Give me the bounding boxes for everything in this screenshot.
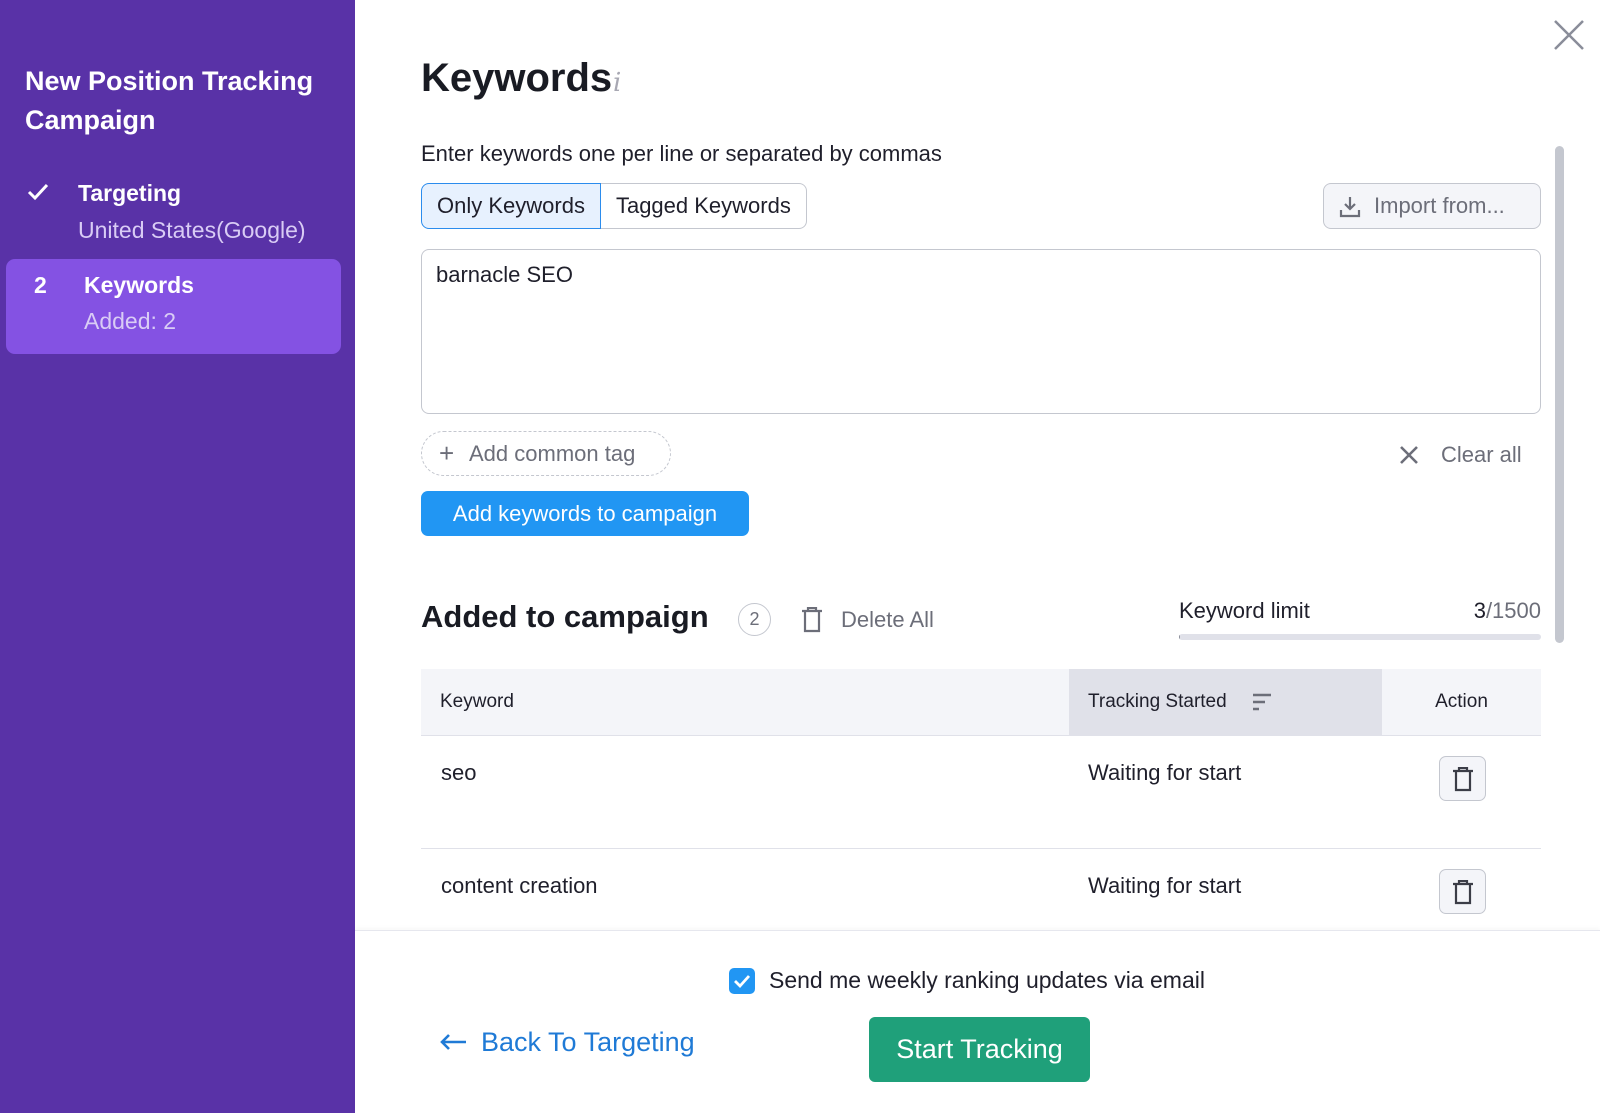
status-cell: Waiting for start bbox=[1088, 873, 1242, 898]
keyword-cell: content creation bbox=[441, 873, 598, 898]
tab-tagged-keywords[interactable]: Tagged Keywords bbox=[600, 183, 807, 229]
trash-icon bbox=[802, 607, 822, 633]
back-to-targeting-button[interactable]: Back To Targeting bbox=[439, 1022, 695, 1062]
column-tracking-started-label: Tracking Started bbox=[1088, 691, 1227, 712]
sidebar: New Position Tracking Campaign Targeting… bbox=[0, 0, 355, 1113]
keyword-limit-value: 3/1500 bbox=[1451, 598, 1541, 624]
keywords-input[interactable] bbox=[421, 249, 1541, 414]
table-row: seo Waiting for start bbox=[421, 736, 1541, 849]
footer: Send me weekly ranking updates via email… bbox=[355, 930, 1600, 1113]
sidebar-step-label: Targeting bbox=[78, 180, 182, 206]
scrollbar[interactable] bbox=[1555, 146, 1564, 643]
keyword-limit-label: Keyword limit bbox=[1179, 598, 1310, 623]
keywords-table: Keyword Tracking Started Action seo Wait… bbox=[421, 669, 1541, 962]
sidebar-step-label: Keywords bbox=[84, 272, 194, 298]
sort-icon bbox=[1253, 693, 1271, 711]
tab-only-keywords[interactable]: Only Keywords bbox=[421, 183, 601, 229]
arrow-left-icon bbox=[440, 1034, 466, 1050]
back-label: Back To Targeting bbox=[481, 1027, 695, 1057]
delete-all-button[interactable]: Delete All bbox=[801, 605, 934, 635]
clear-all-label: Clear all bbox=[1441, 442, 1522, 467]
table-header: Keyword Tracking Started Action bbox=[421, 669, 1541, 736]
close-icon bbox=[1400, 446, 1418, 464]
delete-keyword-button[interactable] bbox=[1439, 756, 1486, 801]
trash-icon bbox=[1453, 880, 1473, 905]
status-cell: Waiting for start bbox=[1088, 760, 1242, 785]
keyword-count-badge: 2 bbox=[738, 603, 771, 636]
column-tracking-started[interactable]: Tracking Started bbox=[1069, 669, 1382, 735]
sidebar-step-sub: United States(Google) bbox=[78, 217, 306, 243]
campaign-title: New Position Tracking Campaign bbox=[25, 66, 314, 135]
start-tracking-button[interactable]: Start Tracking bbox=[869, 1017, 1090, 1082]
add-keywords-button[interactable]: Add keywords to campaign bbox=[421, 491, 749, 536]
delete-keyword-button[interactable] bbox=[1439, 869, 1486, 914]
trash-icon bbox=[1453, 767, 1473, 792]
email-updates-checkbox[interactable] bbox=[729, 968, 755, 994]
column-keyword: Keyword bbox=[440, 691, 514, 712]
keyword-limit-bar bbox=[1179, 634, 1541, 640]
keyword-mode-toggle: Only Keywords Tagged Keywords bbox=[421, 183, 807, 229]
plus-icon: + bbox=[439, 438, 455, 468]
keyword-limit-fill bbox=[1179, 634, 1180, 640]
main-panel: Keywords i Enter keywords one per line o… bbox=[355, 0, 1600, 962]
step-number: 2 bbox=[34, 272, 47, 298]
import-label: Import from... bbox=[1374, 193, 1505, 218]
check-icon bbox=[734, 975, 751, 989]
add-common-tag-button[interactable]: + Add common tag bbox=[421, 431, 671, 476]
delete-all-label: Delete All bbox=[841, 607, 934, 632]
add-tag-label: Add common tag bbox=[469, 441, 636, 466]
download-icon bbox=[1339, 197, 1361, 218]
clear-all-button[interactable]: Clear all bbox=[1399, 440, 1522, 470]
page-title: Keywords bbox=[421, 56, 613, 100]
keyword-cell: seo bbox=[441, 760, 477, 785]
keyword-limit-total: /1500 bbox=[1485, 598, 1541, 623]
check-icon bbox=[27, 183, 49, 201]
added-section-title: Added to campaign bbox=[421, 599, 709, 634]
import-button[interactable]: Import from... bbox=[1323, 183, 1541, 229]
keyword-limit-used: 3 bbox=[1473, 598, 1486, 623]
info-icon[interactable]: i bbox=[613, 68, 621, 98]
input-hint: Enter keywords one per line or separated… bbox=[421, 141, 942, 166]
sidebar-step-keywords[interactable]: 2 Keywords Added: 2 bbox=[6, 259, 341, 354]
column-action: Action bbox=[1435, 691, 1488, 712]
sidebar-step-sub: Added: 2 bbox=[84, 308, 177, 334]
email-updates-label: Send me weekly ranking updates via email bbox=[769, 967, 1205, 993]
